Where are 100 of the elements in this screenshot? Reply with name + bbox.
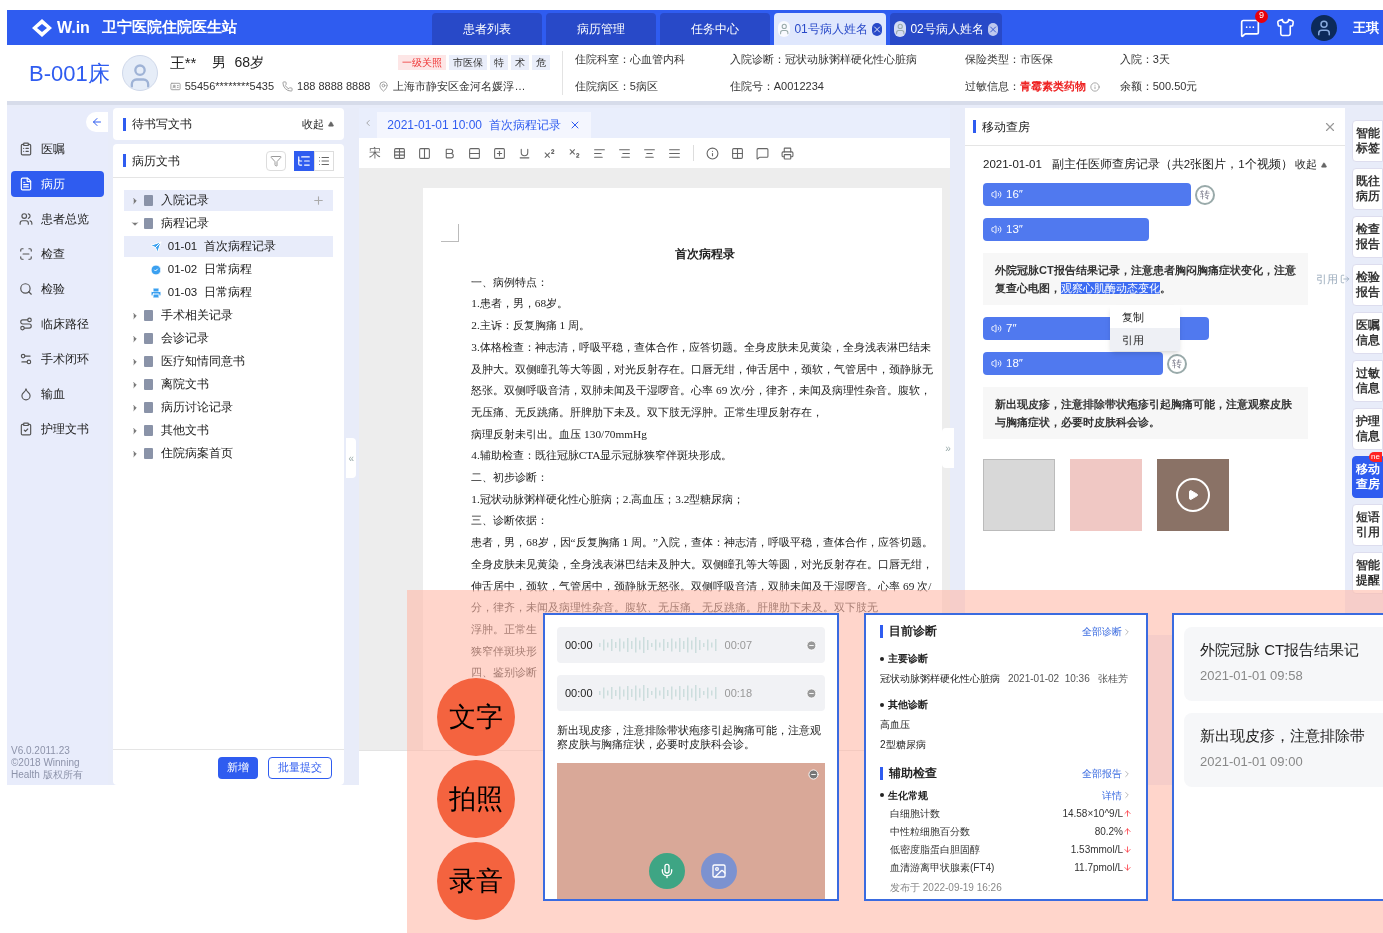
audio-clip[interactable]: 00:00 00:18	[557, 675, 825, 711]
tree-item[interactable]: 病程记录	[123, 213, 334, 234]
document-paragraph: 患者，男，68岁，因“反复胸痛 1 周。”入院，查体：神志清，呼吸平稳，查体合作，应答切题。全身皮肤未见黄染，全身浅表淋巴结未及肿大。双侧瞳孔等大等圆，对光反射存在。口唇无绀，伸舌居中，颈软，气管居中，颈静脉无怒张。双侧呼吸音清，双肺未闻及干湿啰音。心率 69 次/分，律齐，未闻及病理性杂音。腹软、无压痛、无反跳痛。肝脾肋下未及。双下肢无	[471, 535, 935, 616]
remove-icon[interactable]	[806, 639, 817, 651]
tree-view-icon[interactable]	[294, 150, 315, 171]
format-icon[interactable]	[568, 146, 582, 160]
nav-item[interactable]: 临床路径	[11, 311, 104, 337]
batch-submit-button[interactable]: 批量提交	[268, 756, 333, 779]
tool-tab[interactable]: 既往病历	[1352, 168, 1383, 210]
format-icon[interactable]	[518, 146, 532, 160]
diagnosis-name: 冠状动脉粥样硬化性心脏病	[880, 672, 1000, 687]
all-reports-link[interactable]: 全部报告	[1082, 766, 1132, 782]
close-icon[interactable]	[871, 22, 882, 36]
format-icon[interactable]	[593, 146, 607, 160]
tool-tab[interactable]: 医嘱信息	[1352, 312, 1383, 354]
tree-item[interactable]: 入院记录	[123, 190, 334, 211]
tool-tab[interactable]: 短语引用	[1352, 504, 1383, 546]
record-item[interactable]: 新出现皮疹，注意排除带 2021-01-01 09:00	[1184, 713, 1383, 787]
patient-tab[interactable]: 02号病人姓名	[889, 13, 1002, 45]
tree-item[interactable]: 手术相关记录	[123, 305, 334, 326]
comment-icon[interactable]	[756, 146, 770, 160]
record-title: 新出现皮疹，注意排除带	[1200, 726, 1366, 746]
nav-item[interactable]: 患者总览	[11, 206, 104, 232]
collapse-toggle[interactable]: 收起	[1295, 156, 1327, 173]
document-paragraph: 四、鉴别诊断	[471, 665, 538, 681]
tree-item[interactable]: 会诊记录	[123, 328, 334, 349]
tool-tab[interactable]: 智能标签	[1352, 120, 1383, 162]
send-icon	[149, 240, 162, 253]
tree-item[interactable]: 住院病案首页	[123, 443, 334, 464]
tree-item[interactable]: 医疗知情同意书	[123, 351, 334, 372]
folder-icon	[143, 218, 153, 229]
info-label: 过敏信息：	[964, 79, 1020, 95]
list-view-icon[interactable]	[314, 150, 335, 171]
voice-message[interactable]: 18″	[983, 352, 1163, 376]
info-icon[interactable]	[706, 146, 720, 160]
tree-item[interactable]: 01-03 日常病程	[123, 282, 334, 303]
patient-age: 68岁	[234, 53, 264, 73]
all-diagnoses-link[interactable]: 全部诊断	[1082, 624, 1132, 640]
theme-icon[interactable]	[1276, 18, 1295, 37]
tool-tab[interactable]: 检验报告	[1352, 264, 1383, 306]
voice-message[interactable]: 13″	[983, 218, 1149, 242]
menu-item[interactable]: 引用	[1110, 328, 1180, 352]
image-button[interactable]	[701, 853, 737, 889]
nav-item[interactable]: 手术闭环	[11, 346, 104, 372]
nav-item[interactable]: 检查	[11, 241, 104, 267]
voice-message[interactable]: 16″	[983, 183, 1191, 207]
remove-icon[interactable]	[808, 769, 819, 780]
tool-tab[interactable]: 智能提醒	[1352, 552, 1383, 594]
nav-tab[interactable]: 病历管理	[545, 13, 656, 45]
nav-item[interactable]: 医嘱	[11, 136, 104, 162]
video-thumbnail[interactable]	[1157, 459, 1229, 532]
format-icon[interactable]	[668, 146, 682, 160]
folder-icon	[143, 356, 153, 367]
note-text: 外院冠脉CT报告结果记录，注意患者胸闷胸痛症状变化，注意复查心电图，观察心肌酶动态变化。	[983, 253, 1308, 306]
record-item[interactable]: 外院冠脉 CT报告结果记 2021-01-01 09:58	[1184, 627, 1383, 701]
add-button[interactable]: 新增	[218, 756, 259, 779]
nav-item[interactable]: 护理文书	[11, 416, 104, 442]
speaker-icon	[991, 358, 1002, 370]
tool-tab[interactable]: 护理信息	[1352, 408, 1383, 450]
tree-item[interactable]: 01-01 首次病程记录	[123, 236, 334, 257]
nav-item[interactable]: 病历	[11, 171, 104, 197]
subheading: 生化常规	[888, 788, 928, 803]
remove-icon[interactable]	[806, 687, 817, 699]
format-icon[interactable]	[643, 146, 657, 160]
tree-item[interactable]: 病历讨论记录	[123, 397, 334, 418]
accent-bar	[122, 154, 126, 167]
audio-clip[interactable]: 00:00 00:07	[557, 627, 825, 663]
microphone-button[interactable]	[649, 853, 685, 889]
tool-tab[interactable]: 过敏信息	[1352, 360, 1383, 402]
tree-item[interactable]: 01-02 日常病程	[123, 259, 334, 280]
grid-icon[interactable]	[731, 146, 745, 160]
print-icon[interactable]	[781, 146, 795, 160]
tool-tab[interactable]: 检查报告	[1352, 216, 1383, 258]
message-icon[interactable]	[1240, 17, 1260, 38]
close-icon[interactable]	[987, 22, 998, 36]
format-icon[interactable]	[468, 146, 482, 160]
patient-tab[interactable]: 01号病人姓名	[773, 13, 886, 45]
format-icon[interactable]	[618, 146, 632, 160]
convert-button[interactable]: 转	[1167, 353, 1187, 374]
nav-item[interactable]: 输血	[11, 381, 104, 407]
play-icon[interactable]	[1176, 478, 1210, 513]
format-icon[interactable]	[393, 146, 407, 160]
details-link[interactable]: 详情	[1102, 787, 1132, 803]
doctor-name: 张桂芳	[1097, 672, 1128, 687]
format-icon[interactable]	[443, 146, 457, 160]
nav-tab[interactable]: 患者列表	[431, 13, 542, 45]
collapse-toggle[interactable]: 收起	[302, 115, 335, 133]
doc-tab[interactable]: 2021-01-01 10:00 首次病程记录	[377, 112, 591, 138]
nav-item[interactable]: 检验	[11, 276, 104, 302]
tree-label: 入院记录	[160, 192, 209, 208]
convert-button[interactable]: 转	[1195, 184, 1215, 205]
tree-item[interactable]: 离院文书	[123, 374, 334, 395]
format-icon[interactable]	[418, 146, 432, 160]
format-icon[interactable]	[493, 146, 507, 160]
logo-icon	[31, 17, 53, 38]
font-button[interactable]: 宋	[369, 144, 382, 162]
nav-tab[interactable]: 任务中心	[659, 13, 770, 45]
publish-time: 发布于 2022-09-19 16:26	[889, 880, 1003, 895]
format-icon[interactable]	[543, 146, 557, 160]
tree-item[interactable]: 其他文书	[123, 420, 334, 441]
